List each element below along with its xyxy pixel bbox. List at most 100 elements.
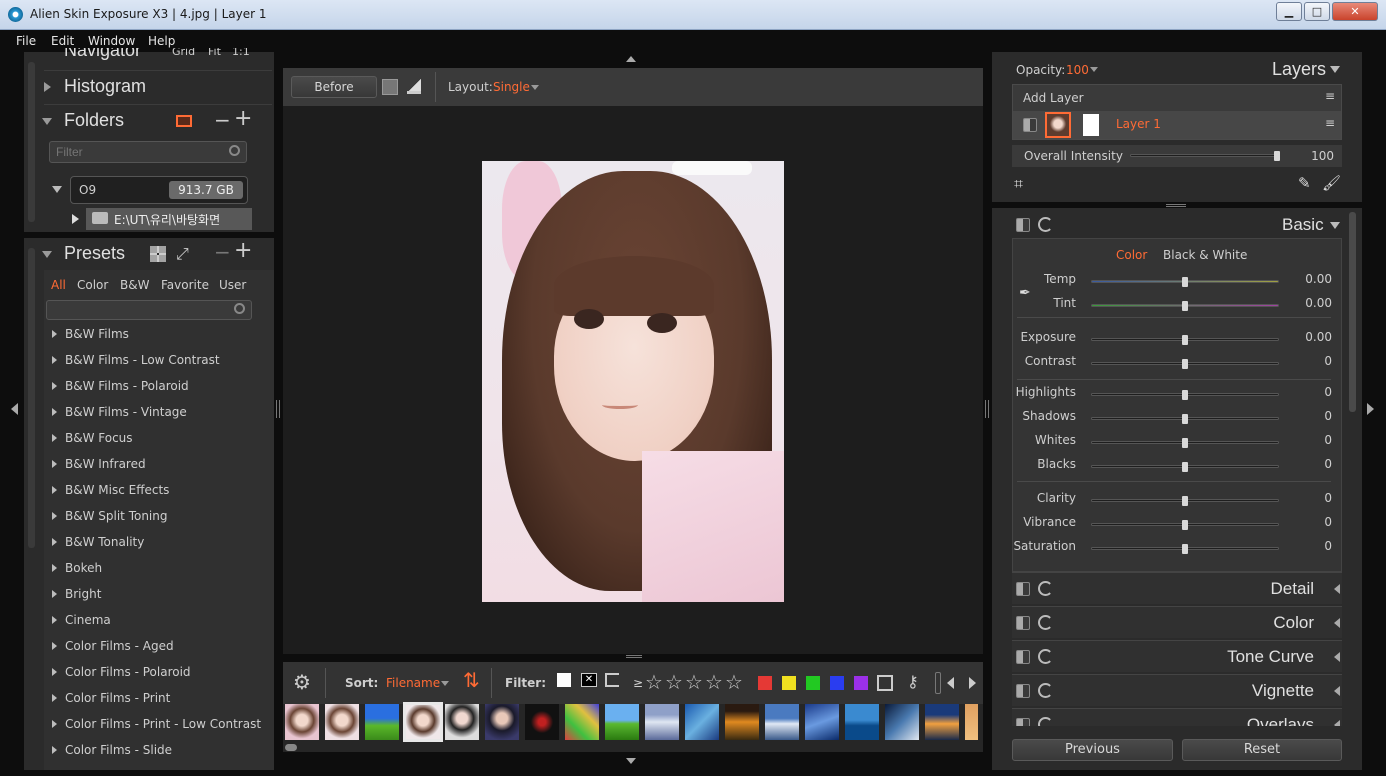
slider-knob[interactable] bbox=[1182, 544, 1188, 554]
preset-item[interactable]: Color Films - Print - Low Contrast bbox=[52, 717, 261, 731]
compare-square-icon[interactable] bbox=[382, 79, 398, 95]
add-layer-label[interactable]: Add Layer bbox=[1023, 91, 1084, 105]
grid-view-icon[interactable] bbox=[150, 246, 166, 262]
label-yellow[interactable] bbox=[781, 675, 797, 691]
basic-reset-icon[interactable] bbox=[1038, 217, 1053, 232]
menu-file[interactable]: File bbox=[16, 34, 36, 48]
layout-value[interactable]: Single bbox=[493, 80, 530, 94]
plus-icon[interactable]: + bbox=[234, 106, 252, 131]
left-scrollbar[interactable] bbox=[28, 62, 35, 222]
filmstrip-thumbnail[interactable] bbox=[605, 704, 639, 740]
before-button[interactable]: Before bbox=[291, 76, 377, 98]
filmstrip-thumbnail[interactable] bbox=[285, 704, 319, 740]
menu-help[interactable]: Help bbox=[148, 34, 175, 48]
overall-slider-track[interactable] bbox=[1130, 154, 1280, 157]
image-canvas[interactable] bbox=[283, 106, 983, 654]
filmstrip-scroll-thumb[interactable] bbox=[285, 744, 297, 751]
filmstrip-thumbnail[interactable] bbox=[725, 704, 759, 740]
preset-item[interactable]: B&W Split Toning bbox=[52, 509, 168, 523]
reset-icon[interactable] bbox=[1038, 615, 1053, 630]
menu-lines-icon[interactable]: ≡ bbox=[1325, 89, 1335, 103]
reset-icon[interactable] bbox=[1038, 683, 1053, 698]
section-tone-curve[interactable]: Tone Curve bbox=[1012, 640, 1342, 672]
preset-item[interactable]: Cinema bbox=[52, 613, 111, 627]
adjust-scrollbar[interactable] bbox=[1349, 212, 1356, 412]
preset-item[interactable]: B&W Focus bbox=[52, 431, 133, 445]
preset-search-field[interactable] bbox=[46, 300, 252, 320]
filmstrip-thumbnail[interactable] bbox=[925, 704, 959, 740]
mode-color[interactable]: Color bbox=[1116, 248, 1147, 262]
mode-bw[interactable]: Black & White bbox=[1163, 248, 1247, 262]
collapse-left-icon[interactable] bbox=[11, 403, 18, 415]
preset-item[interactable]: Color Films - Aged bbox=[52, 639, 174, 653]
layer-visibility-toggle[interactable] bbox=[1023, 118, 1037, 132]
filmstrip-thumbnail[interactable] bbox=[805, 704, 839, 740]
section-toggle[interactable] bbox=[1016, 718, 1030, 726]
collapse-icon[interactable] bbox=[1330, 222, 1340, 229]
folder-filter-field[interactable] bbox=[49, 141, 247, 163]
split-view-icon[interactable] bbox=[407, 78, 421, 94]
preset-tab-all[interactable]: All bbox=[51, 278, 66, 292]
star-2-icon[interactable]: ☆ bbox=[665, 670, 683, 694]
section-detail[interactable]: Detail bbox=[1012, 572, 1342, 604]
preset-item[interactable]: B&W Misc Effects bbox=[52, 483, 169, 497]
chevron-down-icon[interactable] bbox=[1090, 67, 1098, 72]
flag-reject-icon[interactable]: ✕ bbox=[581, 673, 597, 687]
layer-name[interactable]: Layer 1 bbox=[1116, 117, 1161, 131]
label-purple[interactable] bbox=[853, 675, 869, 691]
left-split-handle[interactable] bbox=[276, 400, 280, 418]
minimize-button[interactable]: ▁ bbox=[1276, 2, 1302, 21]
chevron-down-icon[interactable] bbox=[531, 85, 539, 90]
flag-unflagged-icon[interactable] bbox=[605, 673, 619, 687]
crop-icon[interactable]: ⌗ bbox=[1014, 174, 1023, 194]
filmstrip-thumbnail[interactable] bbox=[685, 704, 719, 740]
navigator-row[interactable]: Navigator Grid Fit 1:1 bbox=[44, 48, 272, 62]
preset-item[interactable]: Color Films - Slide bbox=[52, 743, 172, 757]
expand-left-icon[interactable] bbox=[1334, 652, 1340, 662]
flag-white-icon[interactable] bbox=[557, 673, 571, 687]
right-split-handle[interactable] bbox=[985, 400, 989, 418]
expand-left-icon[interactable] bbox=[1334, 618, 1340, 628]
filmstrip-thumbnail[interactable] bbox=[765, 704, 799, 740]
slider-knob[interactable] bbox=[1182, 520, 1188, 530]
eraser-icon[interactable]: ✎ bbox=[1298, 174, 1311, 192]
overall-slider-knob[interactable] bbox=[1274, 151, 1280, 161]
folder-add-icon[interactable] bbox=[176, 115, 192, 127]
brush-icon[interactable]: 🖌 bbox=[1322, 174, 1341, 192]
filmstrip-thumbnail[interactable] bbox=[403, 702, 443, 742]
previous-button[interactable]: Previous bbox=[1012, 739, 1173, 761]
filmstrip-handle[interactable] bbox=[626, 655, 642, 658]
slider-knob[interactable] bbox=[1182, 496, 1188, 506]
opacity-value[interactable]: 100 bbox=[1066, 63, 1089, 77]
right-panel-handle[interactable] bbox=[1166, 204, 1186, 207]
slider-knob[interactable] bbox=[1182, 301, 1188, 311]
reset-icon[interactable] bbox=[1038, 581, 1053, 596]
collapse-right-icon[interactable] bbox=[1367, 403, 1374, 415]
preset-item[interactable]: Bokeh bbox=[52, 561, 102, 575]
star-1-icon[interactable]: ☆ bbox=[645, 670, 663, 694]
close-button[interactable]: ✕ bbox=[1332, 2, 1378, 21]
label-red[interactable] bbox=[757, 675, 773, 691]
preset-item[interactable]: B&W Films bbox=[52, 327, 129, 341]
prev-arrow-icon[interactable] bbox=[947, 677, 954, 689]
nav-grid[interactable]: Grid bbox=[172, 48, 195, 58]
label-none[interactable] bbox=[877, 675, 893, 691]
nav-fit[interactable]: Fit bbox=[208, 48, 221, 58]
slider-knob[interactable] bbox=[1182, 438, 1188, 448]
section-toggle[interactable] bbox=[1016, 616, 1030, 630]
filmstrip-thumbnail[interactable] bbox=[525, 704, 559, 740]
section-vignette[interactable]: Vignette bbox=[1012, 674, 1342, 706]
filmstrip-thumbnail[interactable] bbox=[485, 704, 519, 740]
reset-icon[interactable] bbox=[1038, 649, 1053, 664]
collapse-icon[interactable] bbox=[1330, 66, 1340, 73]
basic-toggle[interactable] bbox=[1016, 218, 1030, 232]
slider-knob[interactable] bbox=[1182, 277, 1188, 287]
path-expand-icon[interactable] bbox=[72, 214, 79, 224]
star-5-icon[interactable]: ☆ bbox=[725, 670, 743, 694]
collapse-bottom-icon[interactable] bbox=[626, 758, 636, 764]
fullscreen-icon[interactable]: ⤢ bbox=[176, 244, 189, 264]
preset-item[interactable]: Color Films - Polaroid bbox=[52, 665, 191, 679]
chevron-down-icon[interactable] bbox=[441, 681, 449, 686]
key-icon[interactable]: ⚷ bbox=[907, 672, 919, 691]
label-blue[interactable] bbox=[829, 675, 845, 691]
